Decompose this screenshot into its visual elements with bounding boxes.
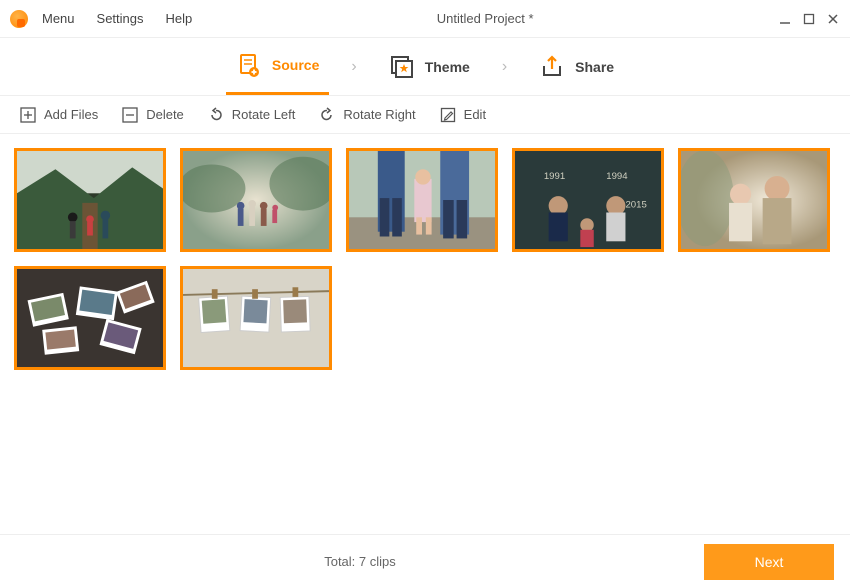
minimize-button[interactable] [778, 12, 792, 26]
clip-thumbnail[interactable] [180, 148, 332, 252]
edit-button[interactable]: Edit [440, 107, 486, 123]
clip-count-status: Total: 7 clips [16, 554, 704, 569]
step-source[interactable]: Source [226, 38, 329, 95]
clip-thumbnail[interactable] [346, 148, 498, 252]
rotate-right-icon [319, 107, 335, 123]
svg-text:1994: 1994 [606, 171, 628, 182]
window-controls [778, 12, 840, 26]
chevron-right-icon: › [498, 58, 511, 76]
rotate-right-label: Rotate Right [343, 107, 415, 122]
step-theme-label: Theme [425, 59, 470, 75]
rotate-left-label: Rotate Left [232, 107, 296, 122]
menu-menu[interactable]: Menu [42, 11, 75, 26]
toolbar: Add Files Delete Rotate Left Rotate Righ… [0, 96, 850, 134]
step-share[interactable]: Share [529, 38, 624, 95]
menu-settings[interactable]: Settings [97, 11, 144, 26]
step-theme[interactable]: Theme [379, 38, 480, 95]
share-icon [539, 54, 565, 80]
step-source-label: Source [272, 57, 319, 73]
step-share-label: Share [575, 59, 614, 75]
clip-grid: 1991 1994 2015 [0, 134, 850, 534]
clip-thumbnail[interactable]: 1991 1994 2015 [512, 148, 664, 252]
delete-button[interactable]: Delete [122, 107, 184, 123]
edit-label: Edit [464, 107, 486, 122]
add-files-button[interactable]: Add Files [20, 107, 98, 123]
titlebar: Menu Settings Help Untitled Project * [0, 0, 850, 38]
rotate-left-button[interactable]: Rotate Left [208, 107, 296, 123]
app-logo-icon [10, 10, 28, 28]
close-button[interactable] [826, 12, 840, 26]
footer: Total: 7 clips Next [0, 534, 850, 588]
clip-thumbnail[interactable] [180, 266, 332, 370]
menu-help[interactable]: Help [166, 11, 193, 26]
edit-icon [440, 107, 456, 123]
main-menu: Menu Settings Help [42, 11, 192, 26]
source-icon [236, 52, 262, 78]
clip-thumbnail[interactable] [14, 266, 166, 370]
clip-thumbnail[interactable] [678, 148, 830, 252]
app-window: Menu Settings Help Untitled Project * So… [0, 0, 850, 588]
delete-label: Delete [146, 107, 184, 122]
chevron-right-icon: › [347, 58, 360, 76]
maximize-button[interactable] [802, 12, 816, 26]
next-button[interactable]: Next [704, 544, 834, 580]
add-files-label: Add Files [44, 107, 98, 122]
project-title: Untitled Project * [192, 11, 778, 26]
plus-icon [20, 107, 36, 123]
svg-text:2015: 2015 [625, 200, 646, 211]
clip-thumbnail[interactable] [14, 148, 166, 252]
minus-icon [122, 107, 138, 123]
rotate-right-button[interactable]: Rotate Right [319, 107, 415, 123]
svg-text:1991: 1991 [544, 171, 565, 182]
step-navigation: Source › Theme › Share [0, 38, 850, 96]
rotate-left-icon [208, 107, 224, 123]
theme-icon [389, 54, 415, 80]
